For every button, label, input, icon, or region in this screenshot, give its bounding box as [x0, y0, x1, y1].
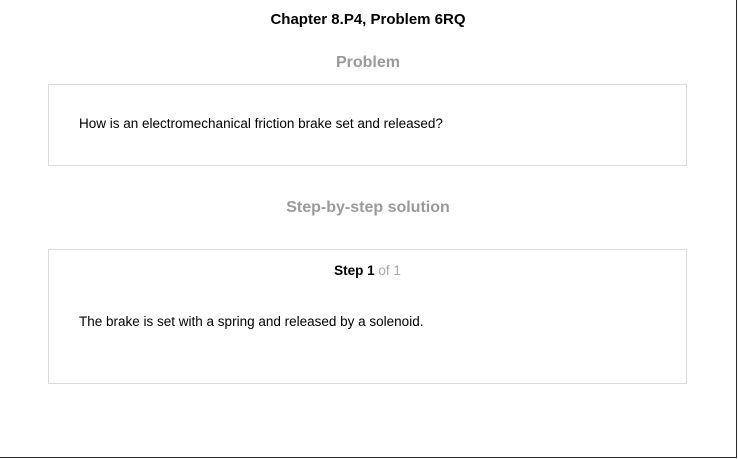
solution-heading: Step-by-step solution — [286, 199, 450, 216]
chapter-title: Chapter 8.P4, Problem 6RQ — [270, 11, 466, 28]
problem-card: How is an electromechanical friction bra… — [48, 84, 687, 166]
step-total: of 1 — [378, 263, 401, 278]
problem-text: How is an electromechanical friction bra… — [79, 116, 443, 131]
step-number: 1 — [367, 263, 375, 278]
solution-text: The brake is set with a spring and relea… — [79, 314, 424, 329]
step-word: Step — [334, 263, 364, 278]
page-container: Chapter 8.P4, Problem 6RQ Problem How is… — [0, 0, 737, 458]
solution-card: Step 1 of 1 The brake is set with a spri… — [48, 249, 687, 384]
step-indicator: Step 1 of 1 — [49, 263, 686, 278]
problem-heading: Problem — [335, 54, 400, 71]
